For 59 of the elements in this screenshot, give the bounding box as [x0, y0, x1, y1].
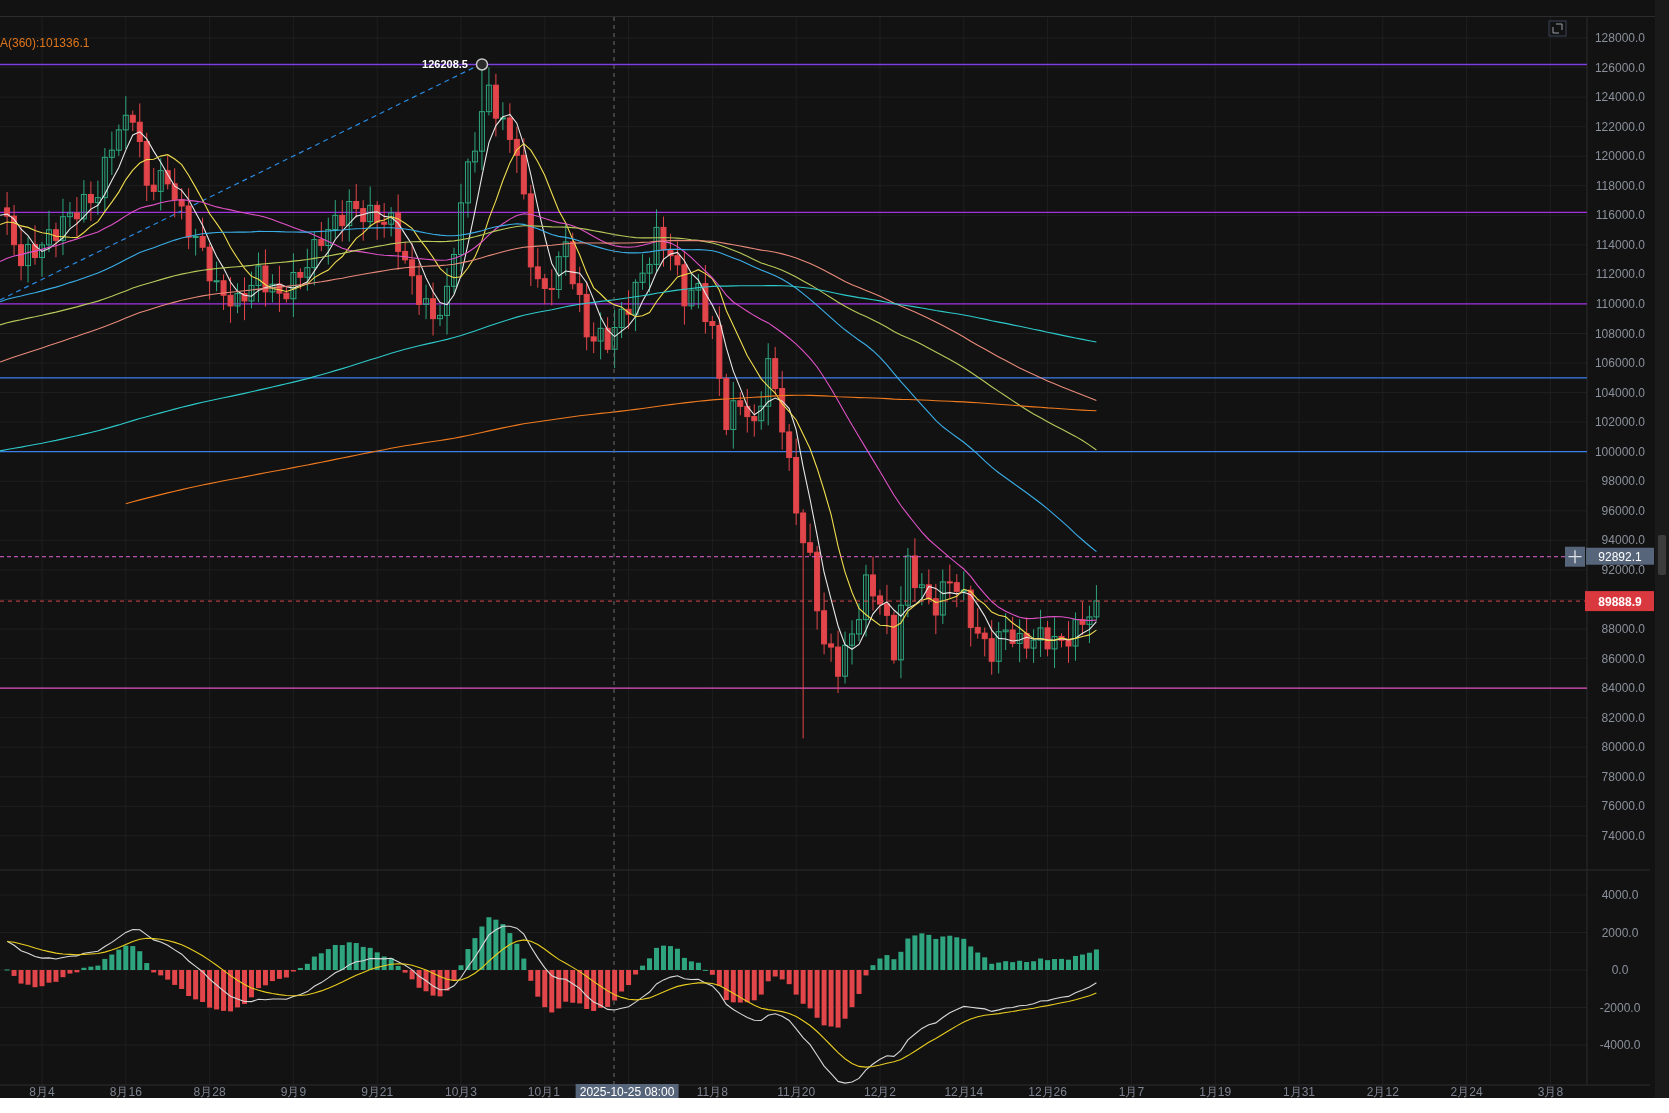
time-axis-label: 11月20: [777, 1085, 816, 1098]
macd-axis-label: 2000.0: [1601, 925, 1639, 940]
price-axis-label: 128000.0: [1594, 31, 1645, 45]
time-axis-label: 1月19: [1199, 1085, 1232, 1098]
macd-axis-label: -4000.0: [1599, 1038, 1641, 1052]
indicator-legend: A(360):101336.1: [0, 36, 90, 50]
crosshair-time-label: 2025-10-25 08:00: [575, 1084, 679, 1098]
price-axis-label: 122000.0: [1594, 119, 1645, 134]
time-axis-label: 10月1: [527, 1085, 560, 1098]
price-axis-label: 80000.0: [1601, 740, 1645, 755]
price-axis-label: 102000.0: [1594, 415, 1645, 430]
time-axis-label: 8月4: [29, 1085, 55, 1098]
price-label: 89888.9: [1585, 591, 1654, 612]
price-axis-label: 78000.0: [1601, 769, 1645, 784]
time-axis-label: 1月7: [1118, 1085, 1145, 1098]
time-axis-label: 8月28: [193, 1085, 226, 1098]
price-axis-label: 106000.0: [1594, 356, 1645, 371]
peak-marker-icon: [475, 58, 489, 71]
scrollbar[interactable]: [1655, 0, 1669, 1098]
price-axis-label: 116000.0: [1595, 208, 1645, 223]
price-axis-label: 82000.0: [1601, 710, 1645, 725]
price-axis-label: 98000.0: [1601, 474, 1645, 489]
add-button[interactable]: [1565, 546, 1585, 567]
price-axis-label: 110000.0: [1595, 296, 1645, 311]
price-axis-label: 114000.0: [1595, 237, 1645, 252]
time-axis-label: 11月8: [696, 1085, 728, 1098]
macd-axis-label: 0.0: [1611, 963, 1629, 977]
macd-axis-label: -2000.0: [1599, 1000, 1641, 1015]
price-axis-label: 118000.0: [1595, 178, 1645, 193]
time-axis-label: 2月24: [1450, 1085, 1483, 1098]
price-axis-label: 104000.0: [1594, 385, 1645, 400]
price-axis-label: 120000.0: [1594, 149, 1645, 164]
price-axis-label: 92000.0: [1601, 562, 1645, 577]
time-axis-label: 12月2: [864, 1085, 896, 1098]
time-axis-label: 9月21: [361, 1085, 394, 1098]
price-axis-label: 108000.0: [1594, 326, 1645, 341]
time-axis-label: 8月16: [109, 1085, 142, 1098]
price-axis-label: 124000.0: [1594, 90, 1645, 105]
time-axis-label: 3月8: [1537, 1085, 1564, 1098]
macd-axis-label: 4000.0: [1601, 888, 1639, 902]
time-axis-label: 1月31: [1283, 1085, 1315, 1098]
time-axis-label: 12月14: [944, 1085, 984, 1098]
price-axis-label: 96000.0: [1601, 503, 1645, 518]
expand-icon[interactable]: [1548, 20, 1567, 37]
price-axis-label: 112000.0: [1595, 267, 1645, 282]
price-label: 92892.1: [1586, 547, 1654, 565]
price-axis-label: 126000.0: [1594, 60, 1645, 75]
time-axis-label: 9月9: [280, 1085, 307, 1098]
price-axis-label: 100000.0: [1594, 444, 1645, 459]
price-axis-label: 84000.0: [1601, 681, 1645, 696]
price-axis-label: 86000.0: [1601, 651, 1645, 666]
time-axis-label: 12月26: [1028, 1085, 1067, 1098]
price-axis-label: 76000.0: [1601, 799, 1645, 814]
price-axis-label: 88000.0: [1601, 622, 1645, 636]
time-axis-label: 10月3: [445, 1085, 477, 1098]
time-axis-label: 2月12: [1366, 1085, 1399, 1098]
scrollbar-thumb[interactable]: [1658, 535, 1666, 575]
price-axis-label: 74000.0: [1601, 828, 1645, 843]
price-axis-label: 94000.0: [1601, 533, 1645, 548]
